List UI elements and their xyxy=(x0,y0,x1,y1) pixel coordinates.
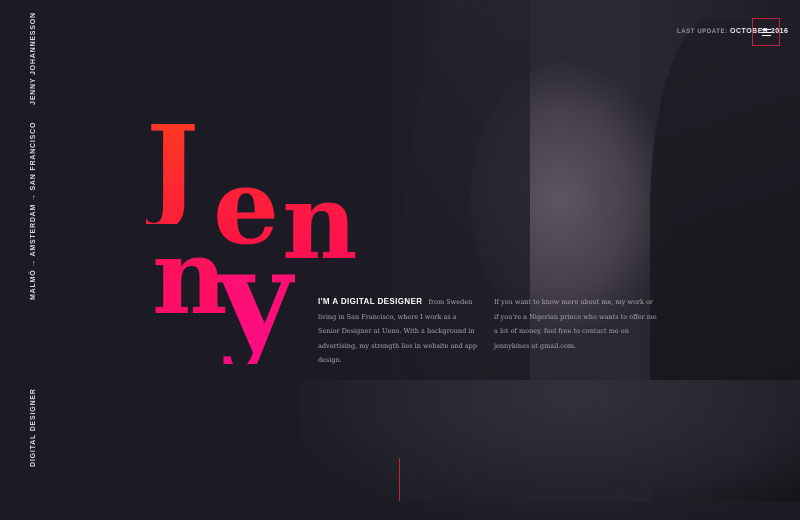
intro-paragraph: I'M A DIGITAL DESIGNER from Sweden livin… xyxy=(318,295,478,368)
sidebar-role: DIGITAL DESIGNER xyxy=(30,388,37,467)
hero-letter-j: J xyxy=(146,102,199,233)
hamburger-icon xyxy=(761,28,771,36)
sidebar-name: JENNY JOHANNESSON xyxy=(30,12,37,105)
hero-letter-y: y xyxy=(217,218,295,376)
portrait-shoulders xyxy=(300,380,800,520)
last-update-label: LAST UPDATE: xyxy=(677,29,728,35)
intro-text: from Sweden living in San Francisco, whe… xyxy=(318,298,477,364)
intro-heading: I'M A DIGITAL DESIGNER xyxy=(318,297,423,306)
scroll-indicator-line xyxy=(399,458,400,501)
menu-button[interactable] xyxy=(752,18,780,46)
sidebar-cities: MALMÖ → AMSTERDAM → SAN FRANCISCO xyxy=(30,121,37,300)
contact-paragraph: If you want to know more about me, my wo… xyxy=(494,298,657,350)
